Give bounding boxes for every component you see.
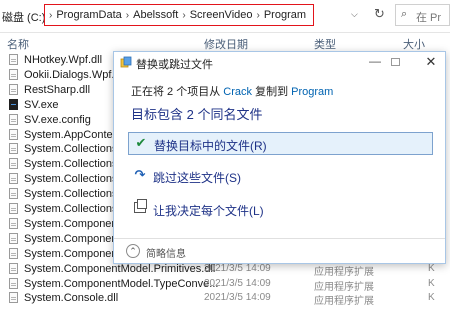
chevron-right-icon: › (256, 9, 260, 21)
file-icon (9, 128, 18, 140)
file-date: 2021/3/5 14:09 (204, 277, 271, 289)
file-size: K (428, 277, 435, 289)
file-icon (9, 217, 18, 229)
crumb-programdata[interactable]: ProgramData (56, 9, 121, 21)
file-date: 2021/3/5 14:09 (204, 292, 271, 304)
dialog-title: 替换或跳过文件 (136, 59, 213, 71)
copy-status-text: 正在将 2 个项目从 Crack 复制到 Program (131, 83, 333, 99)
decide-each-file-option[interactable]: 让我决定每个文件(L) (128, 198, 433, 221)
refresh-icon[interactable]: ↻ (374, 6, 385, 22)
file-icon (9, 232, 18, 244)
search-placeholder: 在 Pr (416, 12, 442, 24)
copy-status-prefix: 正在将 2 个项目从 (131, 86, 224, 98)
file-name: SV.exe (24, 98, 59, 111)
file-size: K (428, 262, 435, 274)
file-icon (9, 173, 18, 185)
file-row[interactable]: System.Console.dll 2021/3/5 14:09 应用程序扩展 K (0, 289, 450, 307)
replace-skip-dialog: 替换或跳过文件 — ✕ 正在将 2 个项目从 Crack 复制到 Program… (113, 51, 446, 264)
search-input[interactable]: ⌕ 在 Pr (395, 4, 450, 26)
file-icon (9, 247, 18, 259)
file-date: 2021/3/5 14:09 (204, 262, 271, 274)
file-type: 应用程序扩展 (314, 296, 374, 308)
dialog-divider (114, 238, 445, 239)
chevron-right-icon: › (182, 9, 186, 21)
crumb-screenvideo[interactable]: ScreenVideo (190, 9, 253, 21)
drive-crumb[interactable]: 磁盘 (C:) (2, 9, 45, 25)
column-size[interactable]: 大小 (403, 36, 425, 52)
chevron-down-icon[interactable]: ⌵ (351, 9, 358, 20)
crumb-program[interactable]: Program (264, 9, 306, 21)
skip-files-option[interactable]: ↷ 跳过这些文件(S) (128, 165, 433, 188)
file-icon (9, 203, 18, 214)
file-name: Ookii.Dialogs.Wpf.dll (24, 68, 126, 81)
replace-files-option[interactable]: ✔ 替换目标中的文件(R) (128, 132, 433, 155)
file-name: System.ComponentModel.Primitives.dll (24, 262, 216, 275)
copy-status-middle: 复制到 (252, 86, 292, 98)
column-header: 名称 修改日期 类型 大小 (0, 33, 450, 51)
file-icon (9, 54, 18, 65)
file-icon (9, 83, 18, 95)
column-name[interactable]: 名称 (7, 36, 29, 52)
search-icon: ⌕ (401, 8, 408, 20)
file-icon (9, 68, 18, 80)
chevron-right-icon: › (49, 9, 53, 21)
decide-each-file-label: 让我决定每个文件(L) (153, 204, 264, 218)
file-size: K (428, 292, 435, 304)
file-name: NHotkey.Wpf.dll (24, 54, 103, 66)
file-icon (9, 277, 18, 289)
file-icon (9, 158, 18, 170)
chevron-right-icon: › (125, 9, 130, 21)
check-icon: ✔ (135, 135, 147, 150)
skip-files-label: 跳过这些文件(S) (153, 171, 241, 185)
file-icon (9, 292, 18, 304)
file-name: RestSharp.dll (24, 83, 91, 96)
minimize-button[interactable]: — (362, 52, 388, 72)
crumb-abelssoft[interactable]: Abelssoft (133, 9, 178, 21)
copy-files-icon (120, 56, 132, 68)
column-date[interactable]: 修改日期 (204, 36, 248, 52)
file-icon (9, 188, 18, 200)
fewer-details-label[interactable]: 简略信息 (146, 245, 186, 260)
address-bar: 磁盘 (C:) › ProgramData › Abelssoft › Scre… (0, 0, 450, 33)
file-name: SV.exe.config (24, 113, 91, 126)
replace-files-label: 替换目标中的文件(R) (154, 139, 267, 153)
skip-arrow-icon: ↷ (134, 167, 146, 182)
close-button[interactable]: ✕ (418, 52, 444, 72)
maximize-button[interactable] (391, 58, 400, 66)
destination-folder-link[interactable]: Program (291, 86, 333, 98)
collapse-details-icon[interactable]: ⌃ (126, 244, 140, 258)
decide-files-icon (134, 199, 147, 213)
column-type[interactable]: 类型 (314, 36, 336, 52)
dialog-titlebar: 替换或跳过文件 — ✕ (114, 52, 445, 73)
breadcrumb[interactable]: › ProgramData › Abelssoft › ScreenVideo … (44, 4, 314, 26)
source-folder-link[interactable]: Crack (223, 86, 252, 98)
file-name: System.Console.dll (24, 292, 119, 305)
file-icon (9, 262, 18, 274)
exe-icon (9, 98, 18, 110)
file-name: System.ComponentModel.TypeConve... (24, 277, 219, 290)
file-icon (9, 143, 18, 155)
dialog-heading: 目标包含 2 个同名文件 (131, 107, 263, 122)
file-icon (9, 113, 18, 125)
